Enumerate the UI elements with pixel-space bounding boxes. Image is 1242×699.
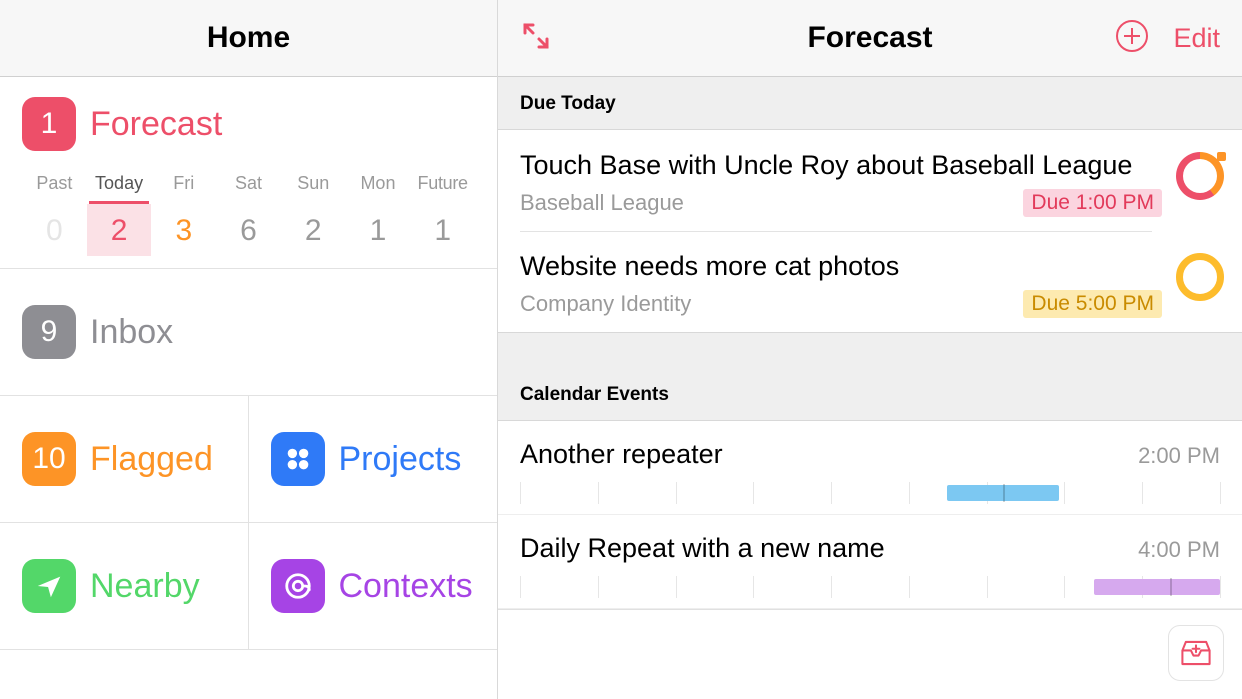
new-inbox-item-button[interactable] <box>1168 625 1224 681</box>
home-header: Home <box>0 0 497 77</box>
event-timeline <box>520 482 1220 504</box>
task-title: Website needs more cat photos <box>520 249 1162 284</box>
day-sat[interactable]: Sat 6 <box>216 173 281 256</box>
sidebar-item-forecast[interactable]: 1 Forecast Past 0 Today 2 Fri 3 <box>0 77 497 269</box>
sidebar-item-nearby[interactable]: Nearby <box>0 523 249 650</box>
forecast-days: Past 0 Today 2 Fri 3 Sat 6 <box>22 173 475 256</box>
flagged-count-badge: 10 <box>22 432 76 486</box>
sidebar-item-projects[interactable]: Projects <box>249 396 498 523</box>
task-due-chip: Due 5:00 PM <box>1023 290 1162 318</box>
inbox-count-badge: 9 <box>22 305 76 359</box>
task-row[interactable]: Website needs more cat photos Company Id… <box>498 231 1242 332</box>
day-past[interactable]: Past 0 <box>22 173 87 256</box>
forecast-count-badge: 1 <box>22 97 76 151</box>
detail-header: Forecast Edit <box>498 0 1242 77</box>
day-fri[interactable]: Fri 3 <box>151 173 216 256</box>
task-project: Company Identity <box>520 291 691 317</box>
day-mon[interactable]: Mon 1 <box>346 173 411 256</box>
detail-pane: Forecast Edit Due Today Touch Base with … <box>498 0 1242 699</box>
home-title: Home <box>207 21 290 55</box>
task-row[interactable]: Touch Base with Uncle Roy about Baseball… <box>498 130 1242 231</box>
task-title: Touch Base with Uncle Roy about Baseball… <box>520 148 1162 183</box>
add-icon[interactable] <box>1115 19 1149 58</box>
section-due-today: Due Today <box>498 77 1242 130</box>
event-row[interactable]: Another repeater 2:00 PM <box>498 421 1242 515</box>
forecast-label: Forecast <box>90 105 222 144</box>
sidebar-item-contexts[interactable]: Contexts <box>249 523 498 650</box>
projects-icon <box>271 432 325 486</box>
contexts-label: Contexts <box>339 567 473 606</box>
event-time: 2:00 PM <box>1138 443 1220 469</box>
task-list: Touch Base with Uncle Roy about Baseball… <box>498 130 1242 332</box>
nearby-label: Nearby <box>90 567 200 606</box>
flagged-label: Flagged <box>90 440 213 479</box>
detail-title: Forecast <box>807 21 932 55</box>
task-status-circle-icon[interactable] <box>1176 152 1224 200</box>
expand-icon[interactable] <box>520 20 552 57</box>
task-status-circle-icon[interactable] <box>1176 253 1224 301</box>
task-project: Baseball League <box>520 190 684 216</box>
contexts-icon <box>271 559 325 613</box>
event-timeline <box>520 576 1220 598</box>
day-sun[interactable]: Sun 2 <box>281 173 346 256</box>
edit-button[interactable]: Edit <box>1173 23 1220 54</box>
event-title: Daily Repeat with a new name <box>520 533 885 564</box>
sidebar-item-flagged[interactable]: 10 Flagged <box>0 396 249 523</box>
inbox-label: Inbox <box>90 313 173 352</box>
task-due-chip: Due 1:00 PM <box>1023 189 1162 217</box>
projects-label: Projects <box>339 440 462 479</box>
sidebar-item-inbox[interactable]: 9 Inbox <box>0 269 497 396</box>
section-calendar-events: Calendar Events <box>498 368 1242 421</box>
home-pane: Home 1 Forecast Past 0 Today 2 <box>0 0 498 699</box>
event-list: Another repeater 2:00 PM Daily Repeat wi… <box>498 421 1242 609</box>
day-future[interactable]: Future 1 <box>410 173 475 256</box>
event-row[interactable]: Daily Repeat with a new name 4:00 PM <box>498 515 1242 609</box>
event-time: 4:00 PM <box>1138 537 1220 563</box>
detail-footer <box>498 609 1242 699</box>
event-title: Another repeater <box>520 439 723 470</box>
day-today[interactable]: Today 2 <box>87 173 152 256</box>
nearby-icon <box>22 559 76 613</box>
